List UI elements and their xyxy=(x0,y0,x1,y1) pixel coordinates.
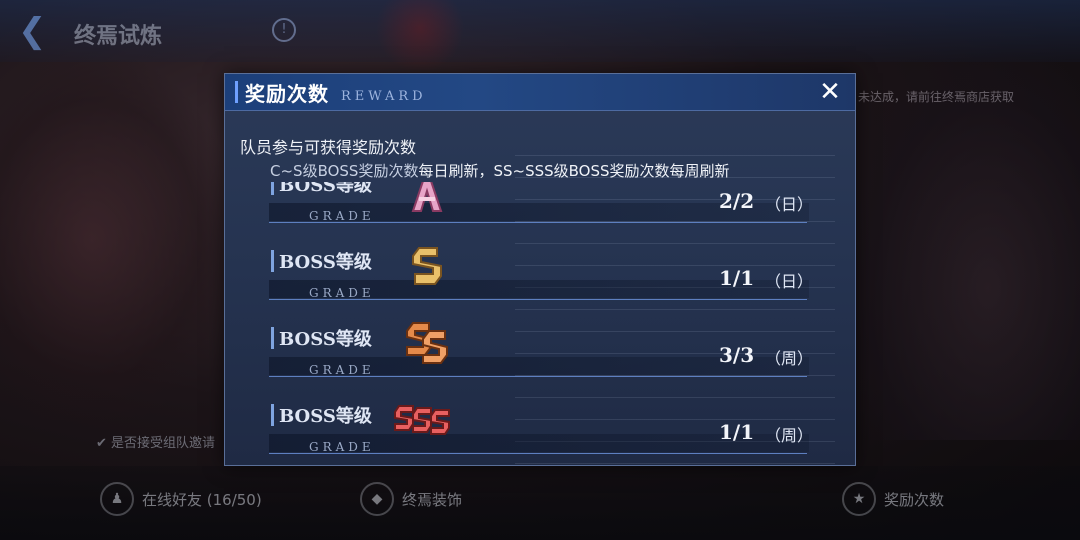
row-divider xyxy=(269,299,807,300)
background-notice: 未达成，请前往终焉商店获取 xyxy=(858,90,1015,104)
reward-count: 3/3 xyxy=(719,343,755,367)
close-button[interactable]: ✕ xyxy=(815,77,845,107)
decoration-icon: ◆ xyxy=(360,482,394,516)
reward-row-s: BOSS等级 GRADE 1/1 （日） xyxy=(269,236,809,313)
reward-count: 1/1 xyxy=(719,420,755,444)
team-invite-checkbox[interactable]: ✔ 是否接受组队邀请 xyxy=(96,432,215,451)
reward-count-label: 奖励次数 xyxy=(884,490,945,509)
grade-sss-icon xyxy=(394,405,450,435)
row-divider xyxy=(269,222,807,223)
row-divider xyxy=(269,453,807,454)
grade-label: GRADE xyxy=(309,209,375,223)
grade-label: GRADE xyxy=(309,286,375,300)
reward-period: （日） xyxy=(765,272,809,291)
online-friends-label: 在线好友 (16/50) xyxy=(142,490,262,509)
row-accent-bar xyxy=(271,327,274,349)
reward-count: 1/1 xyxy=(719,266,755,290)
modal-title: 奖励次数 xyxy=(245,82,329,106)
grade-ss-icon xyxy=(406,322,448,364)
row-accent-bar xyxy=(271,404,274,426)
grade-label: GRADE xyxy=(309,440,375,454)
page-title: 终焉试炼 xyxy=(74,24,163,49)
reward-icon: ★ xyxy=(842,482,876,516)
back-arrow-icon[interactable]: ❮ xyxy=(18,14,58,48)
reward-row-a: BOSS等级 GRADE 2/2 （日） xyxy=(269,182,809,236)
boss-level-label: BOSS等级 xyxy=(279,329,372,350)
reward-list[interactable]: BOSS等级 GRADE 2/2 （日） BOSS等级 GRADE 1/1 （日… xyxy=(269,182,809,458)
boss-emblem-decoration xyxy=(360,0,480,70)
background-right-art xyxy=(850,60,1080,440)
refresh-note-part3: 每周刷新 xyxy=(669,162,730,180)
boss-level-label: BOSS等级 xyxy=(279,182,372,196)
reward-count-button[interactable]: ★ 奖励次数 xyxy=(842,482,944,516)
boss-level-label: BOSS等级 xyxy=(279,252,372,273)
grade-a-icon xyxy=(411,182,443,212)
reward-count: 2/2 xyxy=(719,189,755,213)
online-friends-button[interactable]: ♟ 在线好友 (16/50) xyxy=(100,482,262,516)
row-divider xyxy=(269,376,807,377)
modal-description: 队员参与可获得奖励次数 xyxy=(240,138,417,157)
reward-count-modal: 奖励次数 REWARD ✕ 队员参与可获得奖励次数 C~S级BOSS奖励次数每日… xyxy=(224,73,856,466)
refresh-note-part1: C~S级BOSS奖励次数 xyxy=(270,162,419,180)
boss-level-label: BOSS等级 xyxy=(279,406,372,427)
team-invite-label: 是否接受组队邀请 xyxy=(111,436,216,451)
reward-period: （周） xyxy=(765,426,809,445)
modal-header: 奖励次数 REWARD ✕ xyxy=(225,74,855,111)
row-accent-bar xyxy=(271,182,274,195)
refresh-note-part2: 每日刷新，SS~SSS级BOSS奖励次数 xyxy=(418,162,670,180)
reward-row-ss: BOSS等级 GRADE 3/3 （周） xyxy=(269,313,809,390)
header-accent-bar xyxy=(235,81,238,103)
info-icon[interactable]: ! xyxy=(272,18,296,42)
reward-row-sss: BOSS等级 GRADE 1/1 （周） xyxy=(269,390,809,458)
friends-icon: ♟ xyxy=(100,482,134,516)
background-monster-art xyxy=(0,60,230,420)
grade-label: GRADE xyxy=(309,363,375,377)
modal-subtitle: REWARD xyxy=(341,89,427,104)
row-accent-bar xyxy=(271,250,274,272)
decoration-button[interactable]: ◆ 终焉装饰 xyxy=(360,482,462,516)
grade-s-icon xyxy=(412,247,442,285)
reward-period: （日） xyxy=(765,195,809,214)
decoration-label: 终焉装饰 xyxy=(402,490,463,509)
reward-period: （周） xyxy=(765,349,809,368)
refresh-note: C~S级BOSS奖励次数每日刷新，SS~SSS级BOSS奖励次数每周刷新 xyxy=(270,160,730,181)
